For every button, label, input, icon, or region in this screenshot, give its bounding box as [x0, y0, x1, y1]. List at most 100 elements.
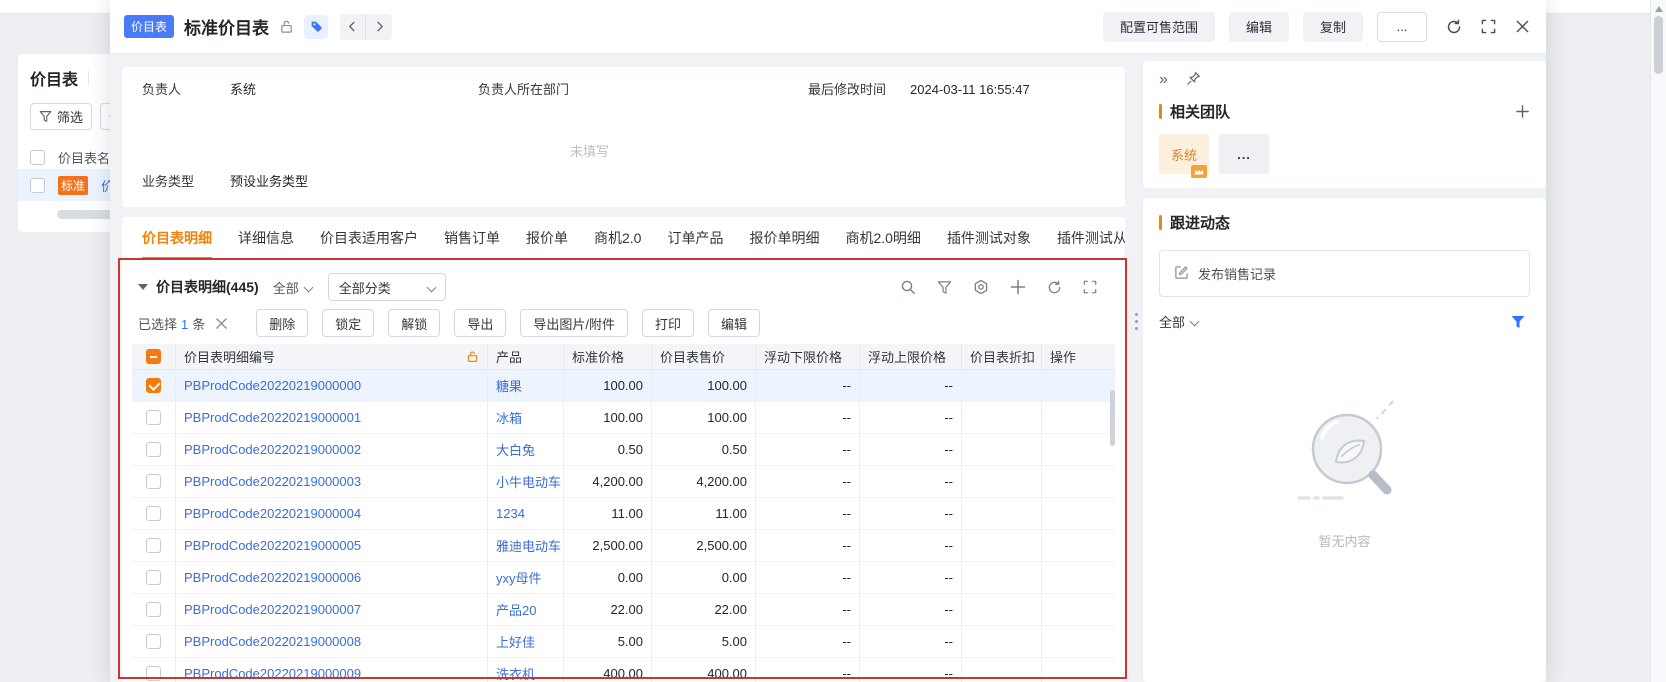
tag-icon[interactable]	[304, 14, 329, 39]
collapse-panel-icon[interactable]: »	[1159, 72, 1168, 88]
fullscreen-icon[interactable]	[1083, 280, 1097, 294]
tab-price-list-lines[interactable]: 价目表明细	[142, 217, 212, 259]
unlock-button[interactable]: 解锁	[388, 309, 441, 337]
tab-sales-orders[interactable]: 销售订单	[444, 217, 500, 259]
product-link[interactable]: 上好佳	[496, 632, 535, 651]
row-checkbox[interactable]	[146, 602, 161, 617]
next-record-button[interactable]	[366, 13, 393, 40]
clear-selection-icon[interactable]	[215, 317, 228, 330]
edit-button[interactable]: 编辑	[707, 309, 760, 337]
row-checkbox[interactable]	[146, 634, 161, 649]
code-link[interactable]: PBProdCode20220219000006	[184, 570, 361, 585]
team-more-button[interactable]: ...	[1219, 134, 1269, 174]
settings-icon[interactable]	[973, 279, 989, 295]
product-link[interactable]: 糖果	[496, 376, 522, 395]
publish-sales-record-button[interactable]: 发布销售记录	[1159, 250, 1530, 297]
product-link[interactable]: 产品20	[496, 600, 536, 619]
row-checkbox[interactable]	[146, 474, 161, 489]
row-checkbox[interactable]	[146, 378, 161, 393]
row-checkbox[interactable]	[146, 410, 161, 425]
feed-scope-dropdown[interactable]: 全部	[1159, 312, 1200, 331]
tab-detail-info[interactable]: 详细信息	[238, 217, 294, 259]
code-link[interactable]: PBProdCode20220219000008	[184, 634, 361, 649]
code-link[interactable]: PBProdCode20220219000004	[184, 506, 361, 521]
page-scrollbar[interactable]	[1650, 0, 1666, 682]
select-all-checkbox[interactable]	[146, 349, 161, 364]
more-actions-button[interactable]: ...	[1377, 11, 1427, 42]
feed-filter-icon[interactable]	[1510, 314, 1526, 330]
tab-applicable-customers[interactable]: 价目表适用客户	[320, 217, 418, 259]
cell-upper-limit: --	[860, 530, 962, 561]
bg-header-checkbox[interactable]	[30, 149, 45, 165]
product-link[interactable]: 雅迪电动车	[496, 536, 561, 555]
code-link[interactable]: PBProdCode20220219000001	[184, 410, 361, 425]
tab-order-products[interactable]: 订单产品	[667, 217, 723, 259]
tab-opportunity-2-lines[interactable]: 商机2.0明细	[845, 217, 920, 259]
scope-dropdown[interactable]: 全部	[273, 278, 314, 297]
selection-text: 已选择 1 条	[138, 316, 206, 332]
scrollbar-thumb[interactable]	[1654, 16, 1663, 74]
scrollbar-up-arrow-icon[interactable]	[1654, 6, 1663, 12]
copy-button[interactable]: 复制	[1302, 11, 1363, 42]
product-link[interactable]: 大白兔	[496, 440, 535, 459]
tab-quotes[interactable]: 报价单	[526, 217, 568, 259]
cell-list-price: 11.00	[652, 498, 756, 529]
delete-button[interactable]: 删除	[256, 309, 309, 337]
code-link[interactable]: PBProdCode20220219000005	[184, 538, 361, 553]
refresh-icon[interactable]	[1446, 19, 1462, 35]
row-checkbox[interactable]	[146, 506, 161, 521]
print-button[interactable]: 打印	[641, 309, 694, 337]
code-link[interactable]: PBProdCode20220219000000	[184, 378, 361, 393]
row-checkbox[interactable]	[146, 538, 161, 553]
configure-sale-range-button[interactable]: 配置可售范围	[1102, 11, 1215, 42]
add-team-member-icon[interactable]	[1515, 104, 1530, 119]
code-link[interactable]: PBProdCode20220219000002	[184, 442, 361, 457]
add-icon[interactable]	[1010, 279, 1026, 295]
search-icon[interactable]	[900, 279, 916, 295]
summary-info-card: 负责人 系统 负责人所在部门 未填写 最后修改时间 2024-03-11 16:…	[122, 67, 1125, 207]
cell-code: PBProdCode20220219000008	[176, 626, 488, 657]
product-link[interactable]: 1234	[496, 506, 525, 521]
feed-title: 跟进动态	[1170, 215, 1231, 232]
table-vertical-scrollbar[interactable]	[1110, 390, 1115, 446]
row-checkbox[interactable]	[146, 442, 161, 457]
code-link[interactable]: PBProdCode20220219000009	[184, 666, 361, 681]
section-title: 价目表明细(445)	[156, 279, 259, 295]
tab-plugin-test-object[interactable]: 插件测试对象	[947, 217, 1031, 259]
product-link[interactable]: 冰箱	[496, 408, 522, 427]
bg-filter-button[interactable]: 筛选	[30, 103, 93, 130]
tab-quote-lines[interactable]: 报价单明细	[749, 217, 819, 259]
code-link[interactable]: PBProdCode20220219000007	[184, 602, 361, 617]
row-checkbox-cell	[132, 434, 176, 465]
export-button[interactable]: 导出	[454, 309, 507, 337]
row-checkbox[interactable]	[146, 666, 161, 681]
pin-icon[interactable]	[1186, 71, 1201, 89]
refresh-icon[interactable]	[1047, 280, 1062, 295]
lock-button[interactable]: 锁定	[322, 309, 375, 337]
edit-button[interactable]: 编辑	[1228, 11, 1289, 42]
filter-icon[interactable]	[937, 280, 952, 295]
table-row: PBProdCode20220219000002 大白兔 0.50 0.50 -- --	[132, 434, 1115, 466]
tab-opportunity-2[interactable]: 商机2.0	[594, 217, 641, 259]
row-checkbox-cell	[132, 498, 176, 529]
panel-resize-handle[interactable]	[1135, 313, 1138, 330]
collapse-caret-icon[interactable]	[138, 284, 148, 290]
last-modified-value: 2024-03-11 16:55:47	[910, 82, 1030, 97]
row-checkbox[interactable]	[146, 570, 161, 585]
team-member-avatar[interactable]: 系统	[1159, 134, 1209, 178]
page-title: 标准价目表	[184, 19, 270, 38]
tab-plugin-test-sub-object[interactable]: 插件测试从对象	[1057, 217, 1125, 259]
bg-row-checkbox[interactable]	[30, 177, 45, 193]
code-link[interactable]: PBProdCode20220219000003	[184, 474, 361, 489]
category-select[interactable]: 全部分类	[327, 273, 446, 301]
fullscreen-icon[interactable]	[1481, 19, 1496, 34]
close-icon[interactable]	[1515, 19, 1530, 34]
product-link[interactable]: yxy母件	[496, 568, 542, 587]
cell-product: 洗衣机	[488, 658, 564, 682]
export-images-button[interactable]: 导出图片/附件	[520, 309, 628, 337]
prev-record-button[interactable]	[340, 13, 367, 40]
table-row: PBProdCode20220219000003 小牛电动车 4,200.00 4,2…	[132, 466, 1115, 498]
product-link[interactable]: 洗衣机	[496, 664, 535, 682]
section-accent-bar	[1159, 215, 1162, 230]
product-link[interactable]: 小牛电动车	[496, 472, 561, 491]
